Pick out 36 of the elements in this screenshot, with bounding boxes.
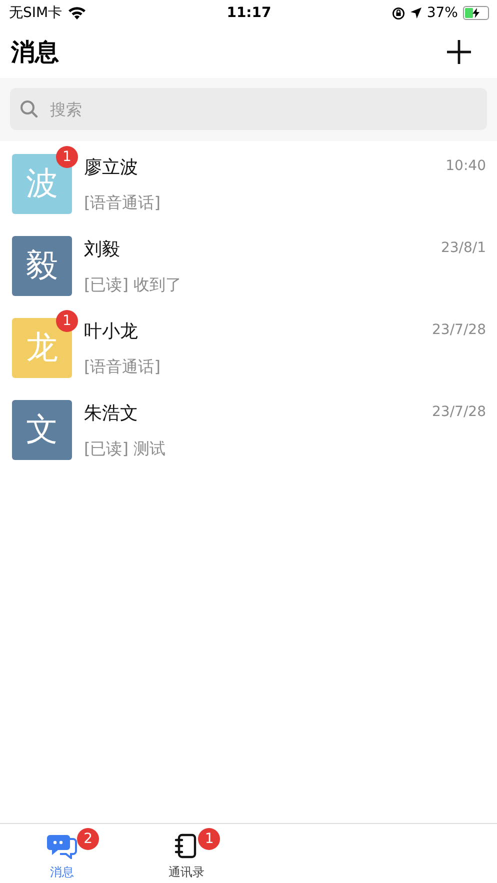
tab-item[interactable]: 1 通讯录 bbox=[124, 824, 248, 883]
contact-name: 叶小龙 bbox=[84, 320, 139, 343]
location-arrow-icon bbox=[410, 7, 422, 19]
conversation-item[interactable]: 文 朱浩文 [已读] 测试 23/7/28 bbox=[0, 390, 497, 472]
avatar: 文 bbox=[12, 400, 72, 460]
message-preview: [已读] 测试 bbox=[84, 439, 167, 460]
message-time: 23/8/1 bbox=[440, 240, 486, 258]
carrier-name: 无SIM卡 bbox=[9, 4, 62, 22]
message-preview: [已读] 收到了 bbox=[84, 275, 183, 296]
conversation-item[interactable]: 龙 1 叶小龙 [语音通话] 23/7/28 bbox=[0, 308, 497, 390]
battery-percent: 37% bbox=[426, 5, 458, 21]
tab-item[interactable]: 2 消息 bbox=[0, 824, 124, 883]
conversation-item[interactable]: 毅 刘毅 [已读] 收到了 23/8/1 bbox=[0, 226, 497, 308]
unread-badge: 1 bbox=[198, 828, 220, 850]
battery-icon bbox=[462, 6, 489, 20]
unread-badge: 1 bbox=[56, 146, 78, 168]
message-time: 23/7/28 bbox=[432, 322, 486, 340]
rotation-lock-icon bbox=[392, 6, 405, 20]
notebook-icon bbox=[174, 833, 198, 859]
contact-name: 刘毅 bbox=[84, 238, 121, 261]
message-time: 23/7/28 bbox=[432, 404, 486, 422]
message-preview: [语音通话] bbox=[84, 357, 162, 378]
clock-time: 11:17 bbox=[226, 5, 272, 21]
wifi-icon bbox=[68, 6, 86, 20]
contact-name: 朱浩文 bbox=[84, 402, 139, 425]
avatar: 毅 bbox=[12, 236, 72, 296]
unread-badge: 2 bbox=[77, 828, 100, 850]
page-title: 消息 bbox=[11, 37, 59, 68]
conversation-item[interactable]: 波 1 廖立波 [语音通话] 10:40 bbox=[0, 144, 497, 226]
search-field[interactable]: 搜索 bbox=[10, 88, 487, 130]
contact-name: 廖立波 bbox=[84, 156, 139, 179]
chat-bubbles-icon bbox=[47, 833, 78, 859]
message-time: 10:40 bbox=[446, 158, 486, 176]
add-icon[interactable] bbox=[446, 39, 472, 65]
unread-badge: 1 bbox=[56, 310, 78, 332]
message-preview: [语音通话] bbox=[84, 193, 162, 214]
